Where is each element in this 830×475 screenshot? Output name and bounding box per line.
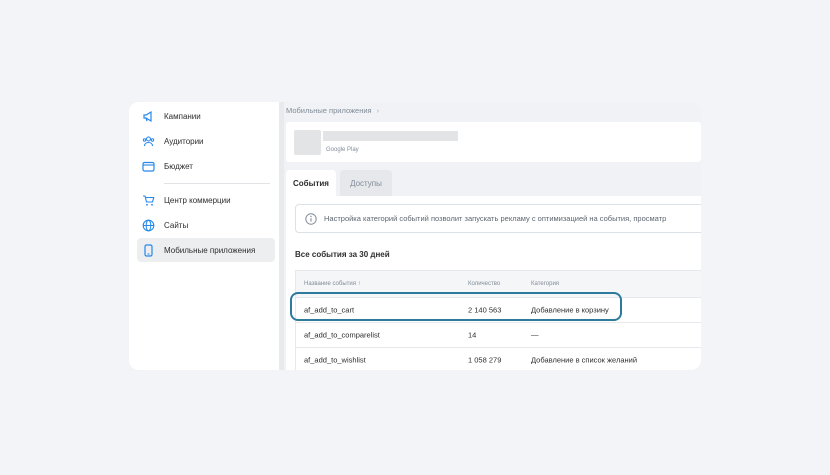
breadcrumb-separator: ›: [376, 106, 380, 115]
sidebar-item-campaigns[interactable]: Кампании: [137, 104, 275, 128]
phone-icon: [142, 243, 155, 257]
column-header-name[interactable]: Название события ↑: [304, 281, 361, 287]
event-category: Добавление в список желаний: [531, 355, 638, 365]
info-icon: [305, 212, 317, 225]
wallet-icon: [142, 160, 155, 173]
sidebar-divider: [164, 183, 270, 184]
row-highlight-outline: [290, 292, 622, 321]
event-category: —: [531, 330, 539, 340]
sidebar: Кампании Аудитории Бюджет Центр коммерци…: [129, 102, 279, 370]
sidebar-item-commerce[interactable]: Центр коммерции: [137, 188, 275, 212]
sidebar-item-audiences[interactable]: Аудитории: [137, 129, 275, 153]
column-header-category[interactable]: Категория: [531, 281, 559, 287]
breadcrumb: Мобильные приложения ›: [286, 106, 379, 115]
megaphone-icon: [142, 110, 155, 123]
events-panel: Настройка категорий событий позволит зап…: [286, 196, 701, 370]
tab-events[interactable]: События: [286, 170, 336, 196]
event-name: af_add_to_comparelist: [304, 330, 380, 340]
table-row[interactable]: af_add_to_wishlist 1 058 279 Добавление …: [295, 348, 701, 370]
table-row[interactable]: af_add_to_comparelist 14 —: [295, 323, 701, 348]
section-title: Все события за 30 дней: [295, 250, 390, 259]
info-text: Настройка категорий событий позволит зап…: [324, 214, 667, 223]
sidebar-item-sites[interactable]: Сайты: [137, 213, 275, 237]
app-name-redacted: [323, 131, 458, 141]
cart-icon: [142, 194, 155, 207]
sidebar-item-label: Кампании: [164, 111, 201, 121]
sidebar-item-label: Мобильные приложения: [164, 245, 256, 255]
breadcrumb-link[interactable]: Мобильные приложения: [286, 106, 372, 115]
app-store-label: Google Play: [326, 147, 359, 153]
tabs: События Доступы: [286, 170, 701, 196]
sidebar-item-label: Аудитории: [164, 136, 204, 146]
app-header-card: Google Play: [286, 122, 701, 162]
app-icon: [294, 130, 321, 155]
globe-icon: [142, 219, 155, 232]
sidebar-item-label: Центр коммерции: [164, 195, 231, 205]
sidebar-item-budget[interactable]: Бюджет: [137, 154, 275, 178]
tab-access[interactable]: Доступы: [340, 170, 392, 196]
users-icon: [142, 135, 155, 148]
sidebar-item-label: Бюджет: [164, 161, 193, 171]
sidebar-item-mobile-apps[interactable]: Мобильные приложения: [137, 238, 275, 262]
event-count: 1 058 279: [468, 355, 502, 365]
app-window: Кампании Аудитории Бюджет Центр коммерци…: [129, 102, 701, 370]
main-content: Мобильные приложения › Google Play Событи…: [284, 102, 701, 370]
sidebar-item-label: Сайты: [164, 220, 189, 230]
info-banner: Настройка категорий событий позволит зап…: [295, 204, 701, 233]
event-name: af_add_to_wishlist: [304, 355, 366, 365]
column-header-count[interactable]: Количество: [468, 281, 500, 287]
event-count: 14: [468, 330, 477, 340]
